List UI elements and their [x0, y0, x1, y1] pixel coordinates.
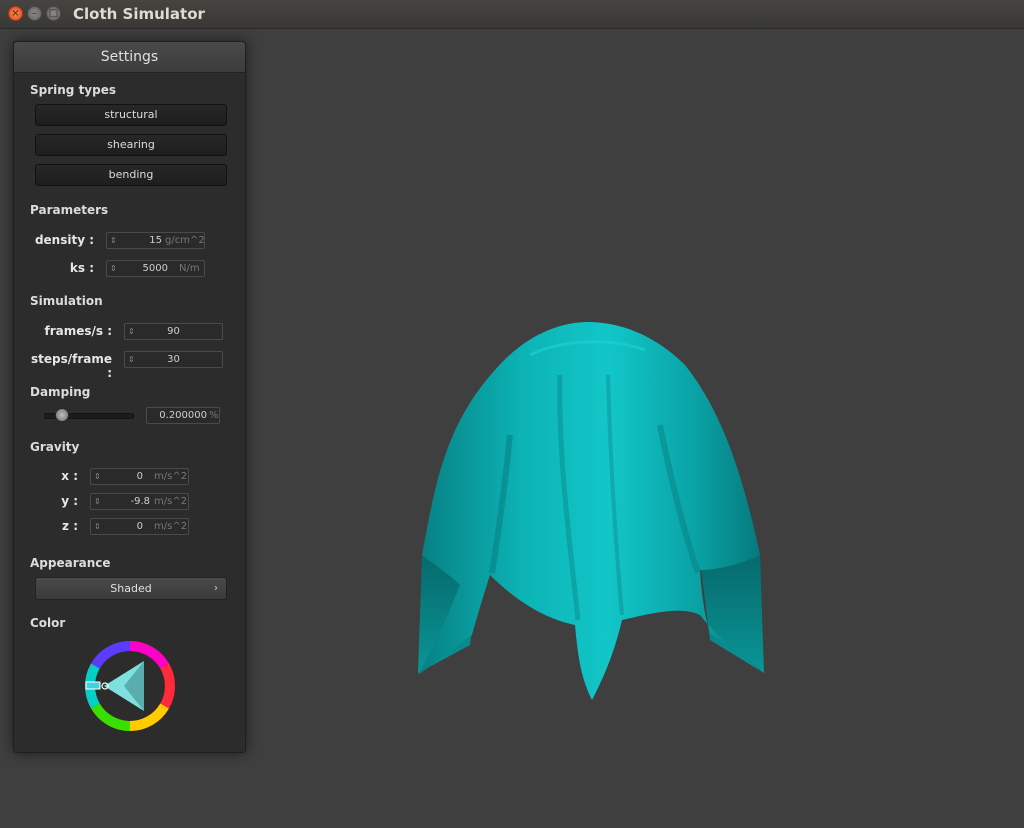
- damping-slider-handle[interactable]: [55, 408, 70, 422]
- maximize-window-button[interactable]: □: [46, 6, 61, 21]
- color-wheel[interactable]: [84, 640, 176, 732]
- hue-selector-handle: [85, 681, 101, 690]
- close-window-button[interactable]: ×: [8, 6, 23, 21]
- spring-types-heading: Spring types: [30, 83, 117, 97]
- spinner-arrows-icon[interactable]: ⇕: [94, 494, 101, 509]
- chevron-right-icon: ›: [214, 583, 218, 594]
- parameters-heading: Parameters: [30, 203, 109, 217]
- shearing-button[interactable]: shearing: [35, 134, 227, 156]
- minimize-window-button[interactable]: –: [27, 6, 42, 21]
- appearance-selected: Shaded: [110, 582, 152, 595]
- simulation-heading: Simulation: [30, 294, 103, 308]
- spinner-arrows-icon[interactable]: ⇕: [94, 469, 101, 484]
- appearance-dropdown[interactable]: Shaded ›: [35, 577, 227, 600]
- gravity-x-label: x :: [61, 469, 78, 483]
- spinner-arrows-icon[interactable]: ⇕: [110, 233, 117, 248]
- color-heading: Color: [30, 616, 66, 630]
- gravity-x-input[interactable]: ⇕ 0 m/s^2: [90, 468, 189, 485]
- gravity-y-label: y :: [61, 494, 78, 508]
- appearance-heading: Appearance: [30, 556, 111, 570]
- settings-panel: Settings Spring types structural shearin…: [13, 41, 246, 753]
- spinner-arrows-icon[interactable]: ⇕: [110, 261, 117, 276]
- steps-per-frame-label: steps/frame :: [30, 352, 112, 380]
- structural-button[interactable]: structural: [35, 104, 227, 126]
- gravity-heading: Gravity: [30, 440, 80, 454]
- spinner-arrows-icon[interactable]: ⇕: [94, 519, 101, 534]
- frames-per-second-input[interactable]: ⇕ 90: [124, 323, 223, 340]
- ks-label: ks :: [69, 261, 94, 275]
- frames-per-second-label: frames/s :: [44, 324, 112, 338]
- cloth-mesh-viewport[interactable]: [410, 315, 770, 705]
- title-bar: × – □ Cloth Simulator: [0, 0, 1024, 29]
- damping-value-field[interactable]: 0.200000 %: [146, 407, 220, 424]
- density-label: density :: [34, 233, 94, 247]
- density-input[interactable]: ⇕ 15 g/cm^2: [106, 232, 205, 249]
- settings-panel-title: Settings: [14, 42, 245, 73]
- bending-button[interactable]: bending: [35, 164, 227, 186]
- gravity-z-input[interactable]: ⇕ 0 m/s^2: [90, 518, 189, 535]
- gravity-z-label: z :: [62, 519, 78, 533]
- ks-input[interactable]: ⇕ 5000 N/m: [106, 260, 205, 277]
- damping-heading: Damping: [30, 385, 91, 399]
- steps-per-frame-input[interactable]: ⇕ 30: [124, 351, 223, 368]
- gravity-y-input[interactable]: ⇕ -9.8 m/s^2: [90, 493, 189, 510]
- window-title: Cloth Simulator: [73, 5, 205, 23]
